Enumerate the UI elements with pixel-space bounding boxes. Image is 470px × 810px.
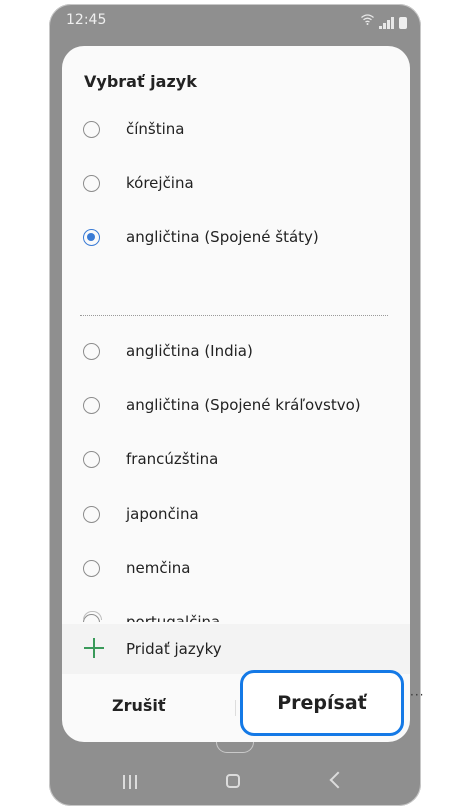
add-languages-button[interactable]: Pridať jazyky <box>62 624 410 674</box>
battery-icon <box>399 17 407 29</box>
language-label: nemčina <box>126 559 191 577</box>
status-time: 12:45 <box>66 12 107 28</box>
language-dialog: Vybrať jazyk čínština kórejčina angličti… <box>62 46 410 742</box>
language-label: francúzština <box>126 450 219 468</box>
language-option-portuguese[interactable]: portugalčina <box>62 595 410 622</box>
language-option-english-us[interactable]: angličtina (Spojené štáty) <box>62 210 410 264</box>
section-divider <box>80 315 388 316</box>
language-list[interactable]: čínština kórejčina angličtina (Spojené š… <box>62 102 410 622</box>
language-label: kórejčina <box>126 174 194 192</box>
radio-icon[interactable] <box>83 505 100 523</box>
radio-icon[interactable] <box>83 342 100 360</box>
dialog-title: Vybrať jazyk <box>84 72 197 91</box>
language-option-korean[interactable]: kórejčina <box>62 156 410 210</box>
radio-icon[interactable] <box>83 120 100 138</box>
radio-icon[interactable] <box>83 174 100 192</box>
language-label: japončina <box>126 505 199 523</box>
language-option-french[interactable]: francúzština <box>62 432 410 486</box>
radio-icon[interactable] <box>83 228 100 246</box>
button-separator <box>235 700 236 716</box>
recent-apps-icon[interactable] <box>123 775 137 789</box>
language-label: angličtina (Spojené štáty) <box>126 228 319 246</box>
overwrite-button[interactable]: Prepísať <box>243 673 401 733</box>
language-option-english-uk[interactable]: angličtina (Spojené kráľovstvo) <box>62 378 410 432</box>
language-label: angličtina (Spojené kráľovstvo) <box>126 396 361 414</box>
wifi-icon <box>361 13 374 29</box>
language-label: portugalčina <box>126 613 221 622</box>
status-bar: 12:45 <box>49 4 421 36</box>
add-languages-label: Pridať jazyky <box>126 640 222 658</box>
home-icon[interactable] <box>226 774 240 788</box>
navigation-bar <box>49 760 421 806</box>
status-icons <box>361 13 407 29</box>
radio-icon[interactable] <box>83 396 100 414</box>
back-icon[interactable] <box>329 771 347 789</box>
more-dots: ··· <box>410 688 425 702</box>
language-option-chinese[interactable]: čínština <box>62 102 410 156</box>
radio-icon[interactable] <box>83 450 100 468</box>
signal-icon <box>379 17 394 29</box>
language-option-german[interactable]: nemčina <box>62 541 410 595</box>
language-label: čínština <box>126 120 185 138</box>
cancel-button[interactable]: Zrušiť <box>112 696 166 715</box>
language-label: angličtina (India) <box>126 342 253 360</box>
plus-icon <box>84 638 104 658</box>
language-option-english-india[interactable]: angličtina (India) <box>62 324 410 378</box>
background-circle <box>216 742 254 753</box>
language-option-japanese[interactable]: japončina <box>62 487 410 541</box>
radio-icon[interactable] <box>83 559 100 577</box>
